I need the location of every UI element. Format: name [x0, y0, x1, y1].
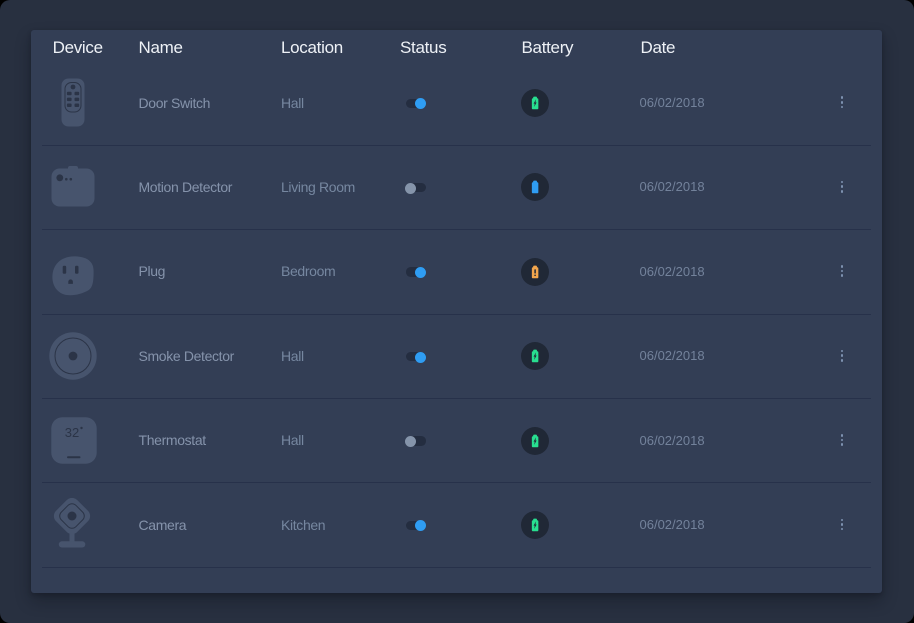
- svg-text:32: 32: [64, 425, 78, 440]
